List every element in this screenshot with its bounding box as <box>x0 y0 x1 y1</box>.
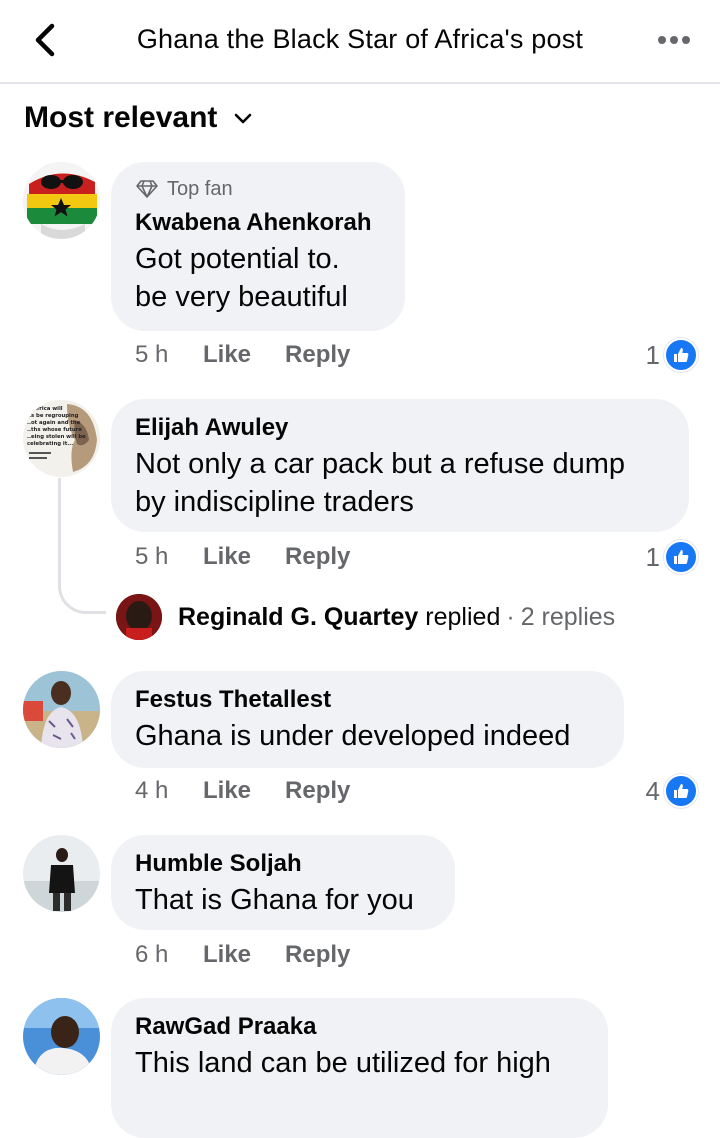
reply-button[interactable]: Reply <box>285 777 350 805</box>
comment-time: 5 h <box>135 543 169 570</box>
badge-label: Top fan <box>167 177 233 200</box>
separator-dot: · <box>506 602 515 631</box>
comment-bubble[interactable]: RawGad Praaka This land can be utilized … <box>111 998 608 1138</box>
comment-time: 5 h <box>135 341 169 368</box>
reply-verb: replied <box>425 602 501 631</box>
comment-text-line: That is Ghana for you <box>135 884 414 916</box>
comment-actions: 5 h Like Reply <box>135 540 384 574</box>
reaction-count: 1 <box>645 339 660 370</box>
comment-bubble[interactable]: Humble Soljah That is Ghana for you <box>111 835 455 930</box>
view-replies-link[interactable]: Reginald G. Quartey replied · 2 replies <box>116 594 615 640</box>
top-fan-badge: Top fan <box>135 176 381 202</box>
avatar[interactable] <box>23 162 100 239</box>
comment-author[interactable]: Humble Soljah <box>135 849 431 879</box>
avatar[interactable] <box>23 998 100 1075</box>
avatar-image <box>23 998 100 1075</box>
comment-author[interactable]: Festus Thetallest <box>135 685 600 715</box>
comment-author[interactable]: Kwabena Ahenkorah <box>135 208 381 238</box>
like-reaction-icon <box>664 774 698 808</box>
reply-author: Reginald G. Quartey <box>178 602 419 631</box>
like-button[interactable]: Like <box>203 543 251 571</box>
comment-text: This land can be utilized for high <box>135 1044 584 1082</box>
svg-text:celebrating it...: celebrating it... <box>27 441 73 447</box>
reply-button[interactable]: Reply <box>285 543 350 571</box>
comment-text-line: Not only a car pack but a refuse dump <box>135 448 626 480</box>
avatar-image <box>116 594 162 640</box>
chevron-down-icon <box>235 113 252 124</box>
comment-text: Ghana is under developed indeed <box>135 717 600 755</box>
like-button[interactable]: Like <box>203 341 251 369</box>
comment-text-line: be very beautiful <box>135 281 348 313</box>
sort-dropdown[interactable]: Most relevant <box>24 98 255 138</box>
like-reaction-icon <box>664 338 698 372</box>
comment-actions: 6 h Like Reply <box>135 938 384 972</box>
comment-author[interactable]: Elijah Awuley <box>135 413 665 443</box>
comment-time: 4 h <box>135 777 169 804</box>
avatar[interactable]: .. Africa will ..s be regrouping ..ot ag… <box>23 400 100 477</box>
sort-label: Most relevant <box>24 101 218 134</box>
reaction-summary[interactable]: 1 <box>646 540 698 574</box>
comment-text: Got potential to. be very beautiful <box>135 240 381 316</box>
comment-bubble[interactable]: Elijah Awuley Not only a car pack but a … <box>111 399 689 532</box>
comment-actions: 5 h Like Reply <box>135 338 384 372</box>
reply-button[interactable]: Reply <box>285 341 350 369</box>
like-button[interactable]: Like <box>203 777 251 805</box>
comment-bubble[interactable]: Festus Thetallest Ghana is under develop… <box>111 671 624 768</box>
avatar[interactable] <box>23 835 100 912</box>
svg-text:.. Africa will: .. Africa will <box>27 406 63 412</box>
comment-text: That is Ghana for you <box>135 881 431 919</box>
reaction-summary[interactable]: 1 <box>646 338 698 372</box>
like-button[interactable]: Like <box>203 941 251 969</box>
like-reaction-icon <box>664 540 698 574</box>
svg-text:..ths whose future: ..ths whose future <box>27 427 82 433</box>
comment-text-line: Ghana is under developed indeed <box>135 720 571 752</box>
diamond-icon <box>136 180 158 198</box>
comment-author[interactable]: RawGad Praaka <box>135 1012 584 1042</box>
more-options-button[interactable] <box>652 25 696 55</box>
avatar-image <box>23 671 100 748</box>
more-dots-icon <box>658 36 690 44</box>
avatar-image <box>23 162 100 239</box>
avatar-image: .. Africa will ..s be regrouping ..ot ag… <box>23 400 100 477</box>
svg-text:..eing stolen will be: ..eing stolen will be <box>27 434 86 440</box>
replies-summary: Reginald G. Quartey replied · 2 replies <box>178 603 615 632</box>
reply-thread-line <box>58 478 106 614</box>
reaction-count: 4 <box>645 775 660 806</box>
comment-bubble[interactable]: Top fan Kwabena Ahenkorah Got potential … <box>111 162 405 331</box>
svg-text:..ot again and the: ..ot again and the <box>27 420 81 426</box>
comment-text-line: Got potential to. <box>135 243 340 275</box>
comment-time: 6 h <box>135 941 169 968</box>
avatar[interactable] <box>23 671 100 748</box>
avatar-image <box>23 835 100 912</box>
reply-count: 2 replies <box>520 602 616 631</box>
reaction-summary[interactable]: 4 <box>646 774 698 808</box>
comment-text-line: by indiscipline traders <box>135 486 414 518</box>
svg-text:..s be regrouping: ..s be regrouping <box>27 413 79 419</box>
comment-text: Not only a car pack but a refuse dump by… <box>135 445 665 521</box>
reaction-count: 1 <box>645 541 660 572</box>
comment-text-line: This land can be utilized for high <box>135 1047 551 1079</box>
reply-button[interactable]: Reply <box>285 941 350 969</box>
comment-actions: 4 h Like Reply <box>135 774 384 808</box>
page-title: Ghana the Black Star of Africa's post <box>136 24 584 54</box>
top-bar: Ghana the Black Star of Africa's post <box>0 0 720 84</box>
reply-avatar <box>116 594 162 640</box>
